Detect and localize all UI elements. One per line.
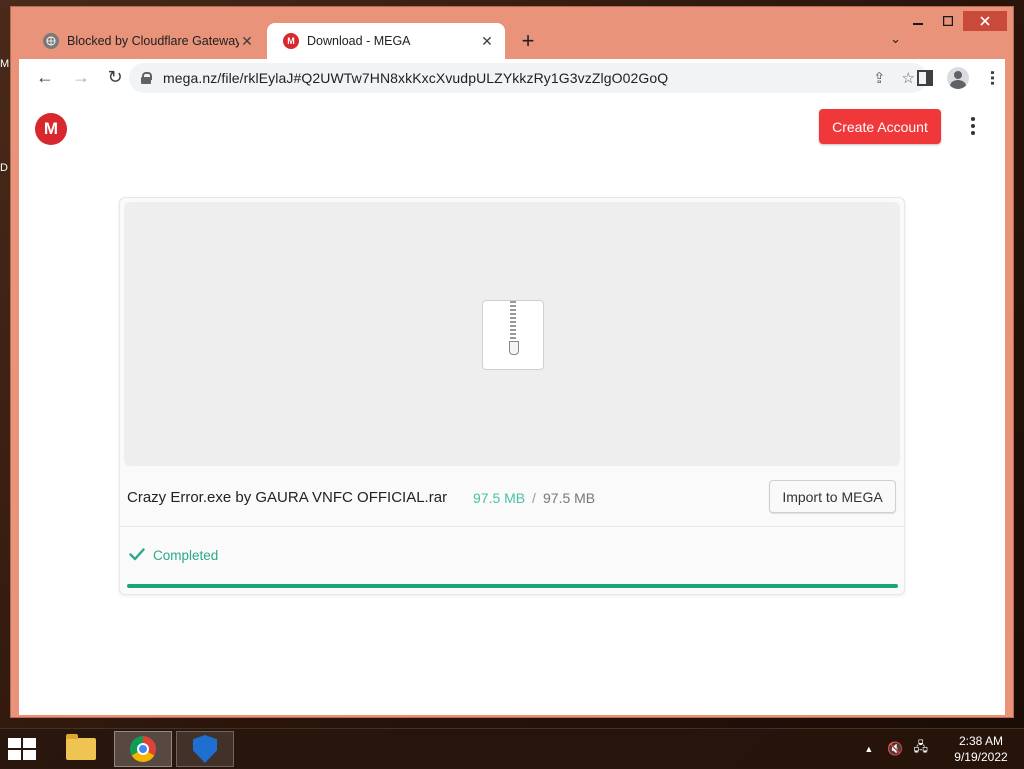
mega-logo[interactable]: M xyxy=(35,113,67,145)
download-status: Completed xyxy=(153,548,219,563)
profile-avatar-icon[interactable] xyxy=(947,67,969,89)
tab-title: Download - MEGA xyxy=(307,34,411,48)
lock-icon[interactable] xyxy=(141,72,152,84)
file-preview xyxy=(124,202,900,466)
browser-menu-icon[interactable]: ⋯ xyxy=(983,70,1000,86)
clock-date: 9/19/2022 xyxy=(954,750,1008,764)
tab-title: Blocked by Cloudflare Gateway xyxy=(67,34,239,48)
download-card: Crazy Error.exe by GAURA VNFC OFFICIAL.r… xyxy=(119,197,905,595)
forward-arrow-icon[interactable]: → xyxy=(69,67,93,88)
omnibox-icons: ⇪ ☆ xyxy=(873,69,915,87)
system-tray: ▲ 🔇 🖧 2:38 AM 9/19/2022 xyxy=(864,729,1024,769)
tab-mega-download[interactable]: M Download - MEGA ✕ xyxy=(267,23,505,59)
divider xyxy=(120,526,904,527)
close-tab-icon[interactable]: ✕ xyxy=(479,33,495,50)
side-panel-icon[interactable] xyxy=(917,70,933,86)
browser-toolbar: ← → ↻ mega.nz/file/rklEylaJ#Q2UWTw7HN8xk… xyxy=(19,59,1005,97)
clock[interactable]: 2:38 AM 9/19/2022 xyxy=(938,733,1024,765)
address-bar[interactable]: mega.nz/file/rklEylaJ#Q2UWTw7HN8xkKxcXvu… xyxy=(129,63,927,93)
back-arrow-icon[interactable]: ← xyxy=(33,67,57,88)
new-tab-button[interactable]: + xyxy=(515,29,541,55)
tab-search-chevron-icon[interactable]: ⌄ xyxy=(890,31,901,47)
file-name: Crazy Error.exe by GAURA VNFC OFFICIAL.r… xyxy=(127,489,448,506)
file-info-row: Crazy Error.exe by GAURA VNFC OFFICIAL.r… xyxy=(120,468,904,526)
archive-file-icon xyxy=(482,300,544,370)
size-separator: / xyxy=(532,490,536,506)
tab-strip: Blocked by Cloudflare Gateway ✕ M Downlo… xyxy=(11,21,1013,59)
chrome-icon xyxy=(130,736,156,762)
create-account-button[interactable]: Create Account xyxy=(819,109,941,144)
page-menu-icon[interactable] xyxy=(971,117,977,135)
close-tab-icon[interactable]: ✕ xyxy=(239,33,255,50)
browser-window: Blocked by Cloudflare Gateway ✕ M Downlo… xyxy=(10,6,1014,718)
desktop-edge-text: D xyxy=(0,162,8,174)
bookmark-star-icon[interactable]: ☆ xyxy=(902,69,915,87)
downloaded-size: 97.5 MB xyxy=(473,490,526,506)
progress-bar xyxy=(127,584,898,588)
taskbar: ▲ 🔇 🖧 2:38 AM 9/19/2022 xyxy=(0,728,1024,769)
toolbar-right-icons: ⋯ xyxy=(917,67,1000,89)
reload-icon[interactable]: ↻ xyxy=(103,67,127,88)
total-size: 97.5 MB xyxy=(543,490,596,506)
shield-icon xyxy=(193,735,217,763)
taskbar-defender[interactable] xyxy=(176,731,234,767)
import-to-mega-button[interactable]: Import to MEGA xyxy=(769,480,896,513)
network-icon[interactable]: 🖧 xyxy=(914,738,929,760)
mega-favicon-icon: M xyxy=(283,33,299,49)
desktop-edge-text: M xyxy=(0,58,10,70)
taskbar-chrome[interactable] xyxy=(114,731,172,767)
folder-icon xyxy=(66,734,96,760)
globe-icon xyxy=(43,33,59,49)
progress-fill xyxy=(127,584,898,588)
share-icon[interactable]: ⇪ xyxy=(873,69,886,87)
show-hidden-icons-arrow-icon[interactable]: ▲ xyxy=(864,744,873,754)
windows-start-button[interactable] xyxy=(8,738,36,760)
checkmark-icon xyxy=(129,548,145,561)
page-content: M Create Account Crazy Error.exe by GAUR… xyxy=(19,97,1005,715)
url-text[interactable]: mega.nz/file/rklEylaJ#Q2UWTw7HN8xkKxcXvu… xyxy=(163,70,668,86)
taskbar-file-explorer[interactable] xyxy=(52,731,110,767)
tab-cloudflare[interactable]: Blocked by Cloudflare Gateway ✕ xyxy=(27,23,265,59)
volume-muted-icon[interactable]: 🔇 xyxy=(887,741,903,757)
clock-time: 2:38 AM xyxy=(958,734,1004,748)
